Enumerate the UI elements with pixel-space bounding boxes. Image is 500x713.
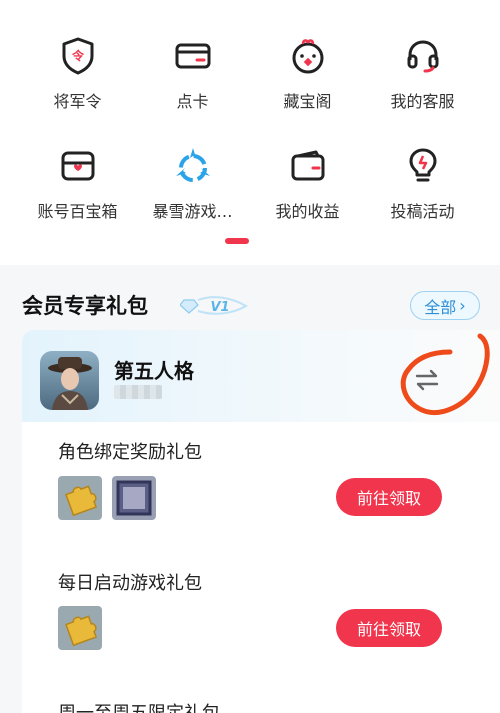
view-all-button[interactable]: 全部 › (410, 291, 480, 320)
shortcut-jiangjunling[interactable]: 令 将军令 (20, 34, 135, 144)
shortcut-grid: 令 将军令 点卡 藏宝阁 我的客服 账号百宝箱 暴雪游戏… 我的收益 投稿活动 (20, 34, 480, 254)
treasure-pavilion-icon (286, 34, 330, 78)
gift-title: 角色绑定奖励礼包 (58, 442, 202, 463)
vip-level-badge: V1 (179, 296, 250, 316)
shortcut-label: 藏宝阁 (283, 92, 332, 111)
wallet-icon (286, 144, 330, 188)
vip-level-text: V1 (210, 300, 229, 315)
shortcut-label: 将军令 (53, 92, 102, 111)
svg-text:令: 令 (70, 48, 84, 63)
game-header: 第五人格 (22, 330, 500, 422)
shortcut-label: 账号百宝箱 (37, 202, 118, 221)
shortcut-label: 投稿活动 (390, 202, 455, 221)
game-title: 第五人格 (114, 359, 194, 383)
shortcut-panel: 令 将军令 点卡 藏宝阁 我的客服 账号百宝箱 暴雪游戏… 我的收益 投稿活动 (0, 0, 500, 265)
avatar-frame-item-icon[interactable] (112, 476, 156, 520)
shortcut-baibaoxiang[interactable]: 账号百宝箱 (20, 144, 135, 254)
headset-icon (401, 34, 445, 78)
game-subtitle-blurred (114, 385, 162, 399)
gift-title: 每日启动游戏礼包 (58, 573, 202, 594)
puzzle-item-icon[interactable] (58, 476, 102, 520)
shortcut-label: 点卡 (176, 92, 209, 111)
game-cover-image (40, 351, 99, 410)
card-icon (171, 34, 215, 78)
blizzard-icon (171, 144, 215, 188)
page-indicator (225, 238, 249, 244)
shortcut-tougao[interactable]: 投稿活动 (365, 144, 480, 254)
view-all-label: 全部 (424, 297, 457, 317)
puzzle-item-icon[interactable] (58, 606, 102, 650)
shortcut-cangbaoge[interactable]: 藏宝阁 (250, 34, 365, 144)
shortcut-shouyi[interactable]: 我的收益 (250, 144, 365, 254)
lightbulb-icon (401, 144, 445, 188)
gift-item-list (58, 606, 102, 650)
shortcut-label: 我的客服 (390, 92, 455, 111)
claim-button[interactable]: 前往领取 (336, 478, 442, 516)
section-title: 会员专享礼包 (22, 294, 148, 318)
claim-button[interactable]: 前往领取 (336, 609, 442, 647)
shield-badge-icon: 令 (56, 34, 100, 78)
shortcut-kefu[interactable]: 我的客服 (365, 34, 480, 144)
annotation-circle-mark (394, 330, 500, 422)
chevron-right-icon: › (459, 296, 466, 315)
gift-title: 周一至周五限定礼包 (58, 699, 220, 713)
shortcut-dianka[interactable]: 点卡 (135, 34, 250, 144)
gift-item-list (58, 476, 156, 520)
game-gift-card: 第五人格 角色绑定奖励礼包 前往领取 每日启动游戏礼包 前往领取 周一至周五限定… (22, 330, 500, 713)
shortcut-label: 我的收益 (275, 202, 340, 221)
shortcut-label: 暴雪游戏… (152, 202, 233, 221)
toolbox-icon (56, 144, 100, 188)
